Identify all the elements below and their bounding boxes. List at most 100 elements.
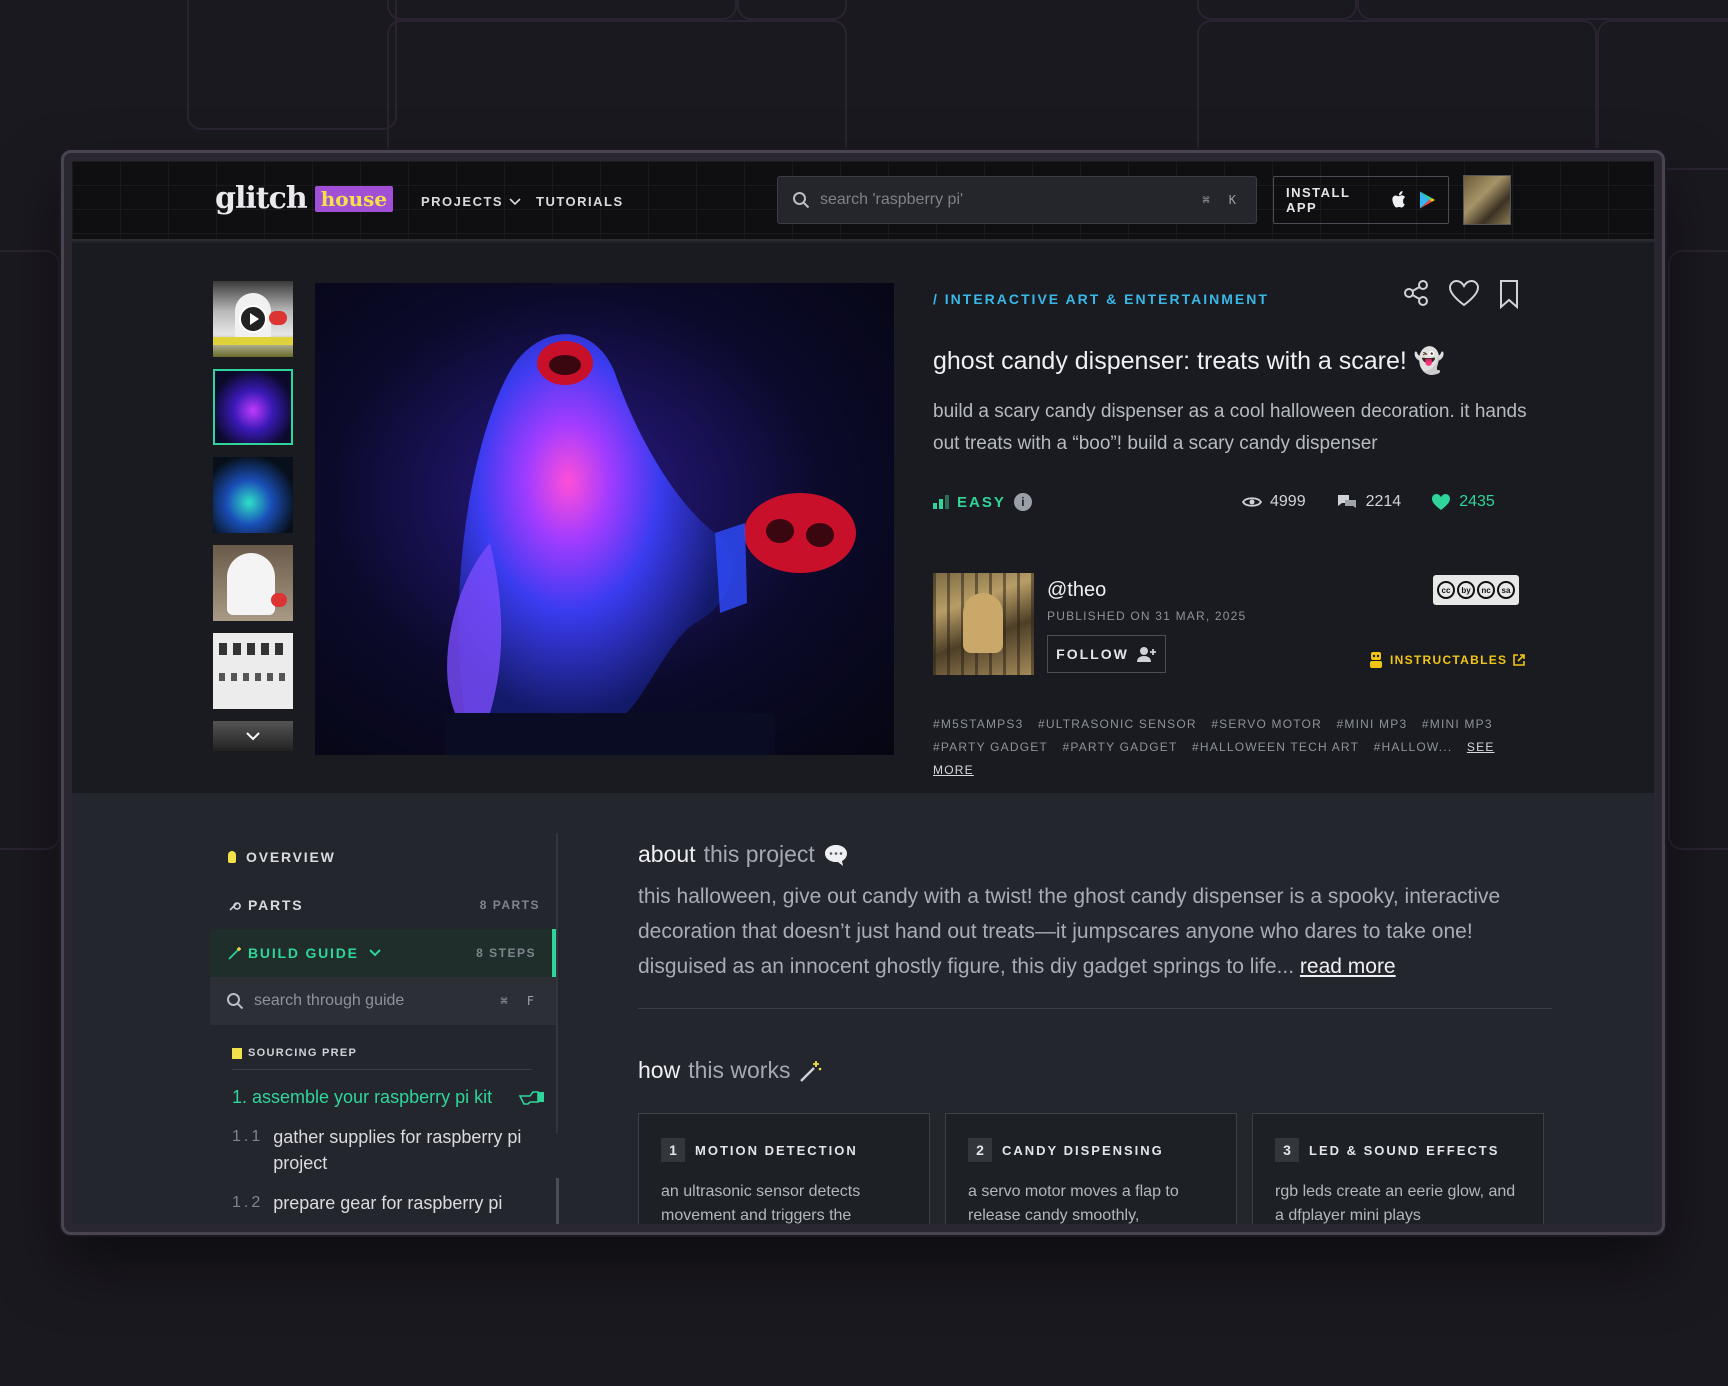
tag-list: #M5STAMPS3 #ULTRASONIC SENSOR #SERVO MOT… [933, 713, 1533, 782]
guide-step[interactable]: 1.1 gather supplies for raspberry pi pro… [232, 1124, 556, 1176]
chevron-down-icon [369, 949, 381, 957]
tag[interactable]: #SERVO MOTOR [1211, 717, 1322, 731]
feature-card[interactable]: 1 MOTION DETECTION an ultrasonic sensor … [638, 1113, 930, 1224]
author-avatar[interactable] [933, 573, 1034, 675]
thumbnail[interactable] [213, 457, 293, 533]
difficulty-badge: EASY i [933, 493, 1032, 511]
sidebar-scrollbar[interactable] [556, 1178, 559, 1224]
section-label-text: SOURCING PREP [248, 1047, 358, 1059]
parts-count: 8 PARTS [479, 898, 540, 912]
card-number: 1 [661, 1138, 685, 1162]
external-link-icon [1513, 654, 1526, 666]
source-label: INSTRUCTABLES [1390, 653, 1508, 667]
source-link[interactable]: INSTRUCTABLES [1368, 651, 1526, 669]
cc-by-icon: by [1457, 581, 1475, 599]
tag[interactable]: #PARTY GADGET [933, 740, 1048, 754]
info-icon[interactable]: i [1013, 493, 1032, 511]
author-name[interactable]: @theo [1047, 579, 1106, 602]
nav-projects[interactable]: PROJECTS [421, 194, 521, 209]
thumbnail-video[interactable] [213, 281, 293, 357]
pointing-hand-icon [518, 1091, 545, 1105]
creative-commons-license-icon[interactable]: cc by nc sa [1433, 575, 1519, 605]
guide-step-active[interactable]: 1. assemble your raspberry pi kit [232, 1084, 556, 1110]
tag[interactable]: #HALLOWEEN TECH ART [1192, 740, 1359, 754]
tag[interactable]: #MINI MP3 [1422, 717, 1493, 731]
project-stats: 4999 2214 2435 [1242, 493, 1495, 511]
logo-text: glitch [215, 181, 308, 216]
tag[interactable]: #PARTY GADGET [1063, 740, 1178, 754]
heart-filled-icon [1432, 494, 1451, 510]
project-actions [1402, 279, 1520, 309]
guide-steps-count: 8 STEPS [476, 946, 536, 960]
nav-projects-label: PROJECTS [421, 194, 504, 209]
play-icon [239, 305, 267, 333]
comments-stat[interactable]: 2214 [1336, 493, 1401, 511]
project-main-image[interactable] [315, 283, 894, 755]
guide-section-label: SOURCING PREP [232, 1047, 532, 1070]
thumbnail-more[interactable] [213, 721, 293, 751]
thumbnail[interactable] [213, 633, 293, 709]
cc-sa-icon: sa [1497, 581, 1515, 599]
project-category[interactable]: / INTERACTIVE ART & ENTERTAINMENT [933, 291, 1269, 307]
card-number: 2 [968, 1138, 992, 1162]
lightbulb-icon [228, 851, 236, 863]
feature-card[interactable]: 2 CANDY DISPENSING a servo motor moves a… [945, 1113, 1237, 1224]
user-avatar[interactable] [1463, 175, 1511, 225]
step-label: gather supplies for raspberry pi project [273, 1127, 522, 1173]
guide-search-shortcut: ⌘ F [500, 994, 540, 1008]
chevron-down-icon [509, 197, 521, 205]
card-header: 1 MOTION DETECTION [661, 1138, 907, 1162]
search-icon [793, 192, 810, 209]
follow-button[interactable]: FOLLOW [1047, 635, 1166, 673]
ghost-photo [445, 334, 856, 755]
section-divider [638, 1008, 1552, 1009]
about-heading: about this project [638, 841, 849, 868]
instructables-robot-icon [1370, 652, 1382, 668]
card-header: 3 LED & SOUND EFFECTS [1275, 1138, 1521, 1162]
guide-search-input[interactable]: search through guide ⌘ F [210, 977, 556, 1025]
sidebar-item-build-guide[interactable]: BUILD GUIDE 8 STEPS [210, 929, 556, 977]
top-nav: glitch house PROJECTS TUTORIALS search '… [72, 161, 1654, 241]
tag[interactable]: #ULTRASONIC SENSOR [1038, 717, 1197, 731]
sidebar-item-parts[interactable]: PARTS 8 PARTS [210, 881, 556, 929]
guide-search-placeholder: search through guide [254, 992, 405, 1009]
read-more-link[interactable]: read more [1300, 955, 1396, 978]
google-play-icon [1419, 191, 1436, 209]
how-it-works-cards: 1 MOTION DETECTION an ultrasonic sensor … [638, 1113, 1544, 1224]
card-body: an ultrasonic sensor detects movement an… [661, 1183, 861, 1224]
sidebar-item-label: BUILD GUIDE [248, 945, 359, 961]
app-window: glitch house PROJECTS TUTORIALS search '… [61, 150, 1665, 1235]
card-number: 3 [1275, 1138, 1299, 1162]
cc-nc-icon: nc [1477, 581, 1495, 599]
tag[interactable]: #HALLOW... [1374, 740, 1453, 754]
logo[interactable]: glitch house [215, 181, 394, 216]
step-label: prepare gear for raspberry pi [273, 1193, 503, 1213]
install-app-label: INSTALL APP [1286, 185, 1351, 215]
share-icon[interactable] [1402, 279, 1430, 307]
cc-icon: cc [1437, 581, 1455, 599]
project-title: ghost candy dispenser: treats with a sca… [933, 347, 1445, 375]
feature-card[interactable]: 3 LED & SOUND EFFECTS rgb leds create an… [1252, 1113, 1544, 1224]
tag[interactable]: #MINI MP3 [1337, 717, 1408, 731]
likes-stat[interactable]: 2435 [1431, 493, 1495, 511]
thumbnail-selected[interactable] [213, 369, 293, 445]
card-body: rgb leds create an eerie glow, and a dfp… [1275, 1183, 1516, 1224]
wrench-icon [229, 902, 241, 911]
apple-icon [1392, 191, 1406, 208]
nav-tutorials[interactable]: TUTORIALS [536, 194, 624, 209]
tag[interactable]: #M5STAMPS3 [933, 717, 1023, 731]
bookmark-icon[interactable] [1498, 279, 1520, 309]
sidebar-item-overview[interactable]: OVERVIEW [210, 833, 556, 881]
guide-step[interactable]: 1.2 prepare gear for raspberry pi [232, 1190, 556, 1216]
search-icon [227, 993, 244, 1010]
comments-icon [1337, 495, 1356, 508]
card-title: MOTION DETECTION [695, 1142, 858, 1158]
install-app-button[interactable]: INSTALL APP [1273, 176, 1449, 224]
heart-icon[interactable] [1448, 279, 1480, 307]
published-date: PUBLISHED ON 31 MAR, 2025 [1047, 609, 1247, 623]
guide-sidebar: OVERVIEW PARTS 8 PARTS BUILD GUIDE 8 STE… [210, 833, 556, 1216]
step-number: 1.1 [232, 1128, 264, 1145]
thumbnail[interactable] [213, 545, 293, 621]
notepad-icon [232, 1047, 242, 1059]
search-input[interactable]: search 'raspberry pi' ⌘ K [777, 176, 1257, 224]
